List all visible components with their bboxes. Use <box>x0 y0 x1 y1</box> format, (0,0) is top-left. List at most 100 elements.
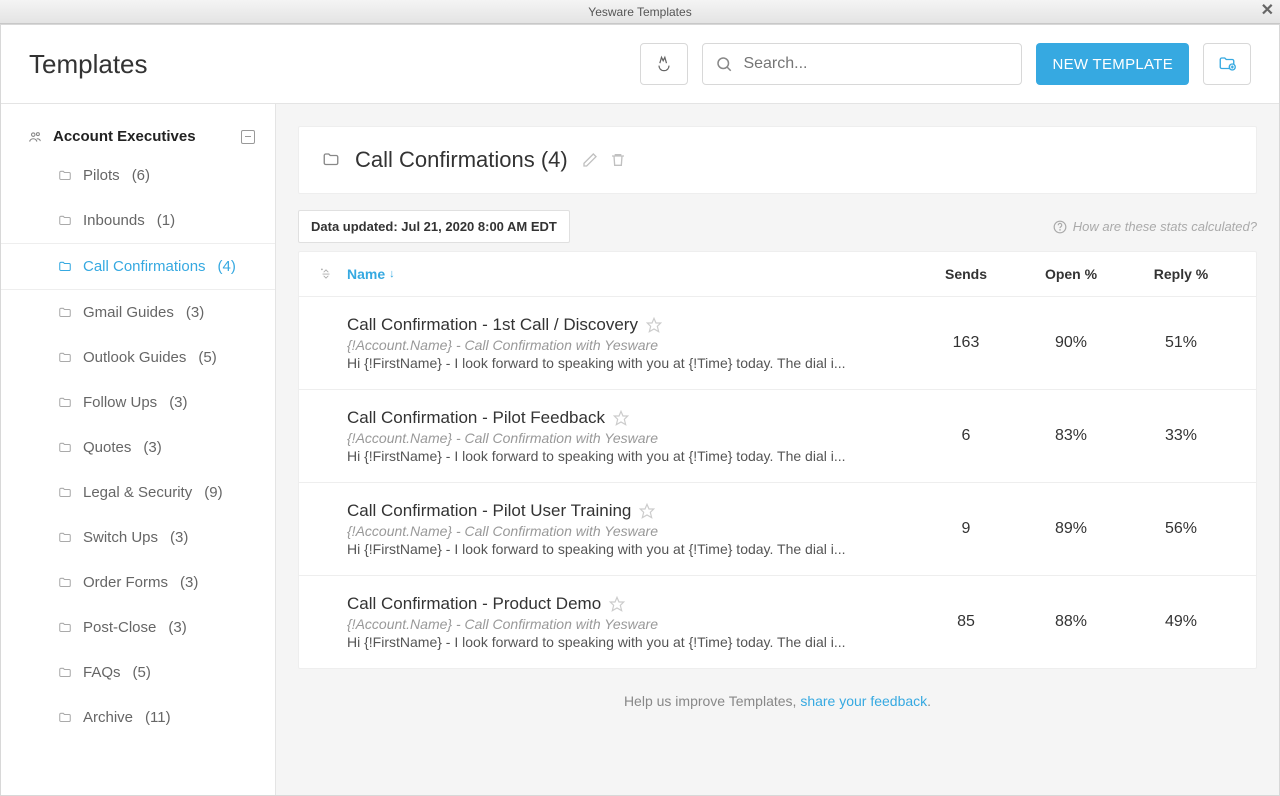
folder-count: (3) <box>168 619 186 636</box>
sidebar: Account Executives Pilots (6)Inbounds (1… <box>1 104 276 795</box>
template-preview: Hi {!FirstName} - I look forward to spea… <box>347 541 916 557</box>
template-row[interactable]: Call Confirmation - Product Demo{!Accoun… <box>299 576 1256 668</box>
metric-sends: 85 <box>916 613 1016 631</box>
folder-label: Legal & Security <box>83 484 192 501</box>
collapse-icon[interactable] <box>241 130 255 144</box>
feedback-period: . <box>927 693 931 709</box>
sidebar-folder[interactable]: Call Confirmations (4) <box>1 243 275 290</box>
folder-icon <box>57 576 73 590</box>
sort-arrow-icon: ↓ <box>389 268 395 280</box>
stats-help-text: How are these stats calculated? <box>1073 219 1257 234</box>
search-input[interactable] <box>743 55 1009 73</box>
folder-icon <box>57 666 73 680</box>
template-info: Call Confirmation - Pilot User Training{… <box>319 501 916 557</box>
sidebar-folder[interactable]: Pilots (6) <box>1 153 275 198</box>
search-box[interactable] <box>702 43 1022 85</box>
metric-sends: 163 <box>916 334 1016 352</box>
sidebar-folder[interactable]: Switch Ups (3) <box>1 515 275 560</box>
folder-label: FAQs <box>83 664 121 681</box>
column-open[interactable]: Open % <box>1016 266 1126 282</box>
team-name: Account Executives <box>53 128 231 145</box>
column-reply[interactable]: Reply % <box>1126 266 1236 282</box>
template-row[interactable]: Call Confirmation - 1st Call / Discovery… <box>299 297 1256 390</box>
template-info: Call Confirmation - 1st Call / Discovery… <box>319 315 916 371</box>
template-row[interactable]: Call Confirmation - Pilot User Training{… <box>299 483 1256 576</box>
app-window: Templates NEW TEMPLATE <box>0 24 1280 796</box>
folder-count: (3) <box>169 394 187 411</box>
folder-icon <box>57 486 73 500</box>
folder-label: Call Confirmations <box>83 258 206 275</box>
folder-count: (1) <box>157 212 175 229</box>
folder-title: Call Confirmations (4) <box>355 147 568 173</box>
folder-label: Switch Ups <box>83 529 158 546</box>
template-info: Call Confirmation - Product Demo{!Accoun… <box>319 594 916 650</box>
folder-count: (3) <box>170 529 188 546</box>
folder-icon <box>57 531 73 545</box>
star-icon[interactable] <box>613 410 629 426</box>
meta-row: Data updated: Jul 21, 2020 8:00 AM EDT H… <box>298 210 1257 243</box>
header-actions: NEW TEMPLATE <box>640 43 1251 85</box>
folder-count: (5) <box>133 664 151 681</box>
template-subject: {!Account.Name} - Call Confirmation with… <box>347 337 916 353</box>
feedback-link[interactable]: share your feedback <box>800 693 927 709</box>
folder-label: Outlook Guides <box>83 349 186 366</box>
folder-label: Post-Close <box>83 619 156 636</box>
template-preview: Hi {!FirstName} - I look forward to spea… <box>347 634 916 650</box>
sidebar-folder[interactable]: Outlook Guides (5) <box>1 335 275 380</box>
folder-count: (6) <box>132 167 150 184</box>
sidebar-folder[interactable]: Gmail Guides (3) <box>1 290 275 335</box>
template-name: Call Confirmation - Product Demo <box>347 594 601 614</box>
wave-button[interactable] <box>640 43 688 85</box>
new-template-button[interactable]: NEW TEMPLATE <box>1036 43 1189 85</box>
folder-count: (3) <box>180 574 198 591</box>
folder-count: (9) <box>204 484 222 501</box>
template-info: Call Confirmation - Pilot Feedback{!Acco… <box>319 408 916 464</box>
new-folder-button[interactable] <box>1203 43 1251 85</box>
star-icon[interactable] <box>646 317 662 333</box>
edit-icon[interactable] <box>582 152 598 168</box>
folder-icon <box>57 396 73 410</box>
sidebar-folder[interactable]: Archive (11) <box>1 695 275 740</box>
sidebar-folder[interactable]: Order Forms (3) <box>1 560 275 605</box>
template-preview: Hi {!FirstName} - I look forward to spea… <box>347 355 916 371</box>
header: Templates NEW TEMPLATE <box>1 25 1279 104</box>
folder-actions <box>582 152 626 168</box>
template-name: Call Confirmation - 1st Call / Discovery <box>347 315 638 335</box>
templates-table: Name ↓ Sends Open % Reply % Call Confirm… <box>298 251 1257 669</box>
close-icon[interactable]: ✕ <box>1261 3 1274 19</box>
metric-reply: 56% <box>1126 520 1236 538</box>
folder-count: (3) <box>143 439 161 456</box>
trash-icon[interactable] <box>610 152 626 168</box>
folder-icon <box>57 260 73 274</box>
folder-count: (5) <box>198 349 216 366</box>
sidebar-folder[interactable]: Legal & Security (9) <box>1 470 275 515</box>
metric-open: 89% <box>1016 520 1126 538</box>
folder-count: (4) <box>218 258 236 275</box>
window-title-bar: Yesware Templates ✕ <box>0 0 1280 24</box>
sidebar-folder[interactable]: Quotes (3) <box>1 425 275 470</box>
folder-label: Archive <box>83 709 133 726</box>
people-icon <box>27 130 43 144</box>
page-title: Templates <box>29 49 640 80</box>
body: Account Executives Pilots (6)Inbounds (1… <box>1 104 1279 795</box>
sidebar-folder[interactable]: Follow Ups (3) <box>1 380 275 425</box>
stats-help-link[interactable]: How are these stats calculated? <box>1053 219 1257 234</box>
main-content: Call Confirmations (4) Data updated: Jul… <box>276 104 1279 795</box>
template-row[interactable]: Call Confirmation - Pilot Feedback{!Acco… <box>299 390 1256 483</box>
folder-icon <box>57 711 73 725</box>
column-name[interactable]: Name ↓ <box>347 266 916 282</box>
team-row[interactable]: Account Executives <box>1 120 275 153</box>
folder-icon <box>321 151 341 169</box>
folder-label: Quotes <box>83 439 131 456</box>
template-subject: {!Account.Name} - Call Confirmation with… <box>347 523 916 539</box>
column-sends[interactable]: Sends <box>916 266 1016 282</box>
folder-count: (11) <box>145 709 171 726</box>
metric-reply: 49% <box>1126 613 1236 631</box>
sidebar-folder[interactable]: Inbounds (1) <box>1 198 275 243</box>
help-icon <box>1053 220 1067 234</box>
sidebar-folder[interactable]: Post-Close (3) <box>1 605 275 650</box>
star-icon[interactable] <box>639 503 655 519</box>
folder-label: Gmail Guides <box>83 304 174 321</box>
star-icon[interactable] <box>609 596 625 612</box>
sidebar-folder[interactable]: FAQs (5) <box>1 650 275 695</box>
